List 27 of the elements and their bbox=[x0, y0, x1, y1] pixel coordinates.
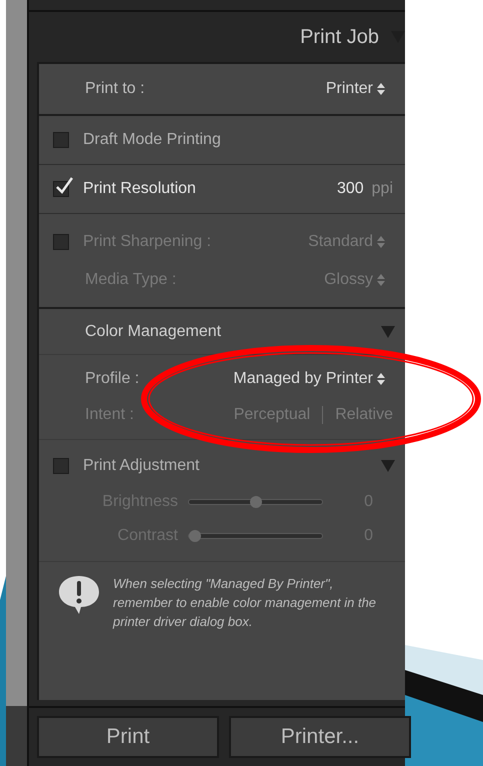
slider-thumb[interactable] bbox=[188, 530, 201, 542]
print-button[interactable]: Printer... bbox=[229, 716, 411, 758]
option-label: Print Resolution bbox=[83, 179, 196, 199]
printer-dropdown[interactable]: Printer bbox=[326, 77, 385, 101]
checkbox[interactable] bbox=[53, 132, 69, 148]
option-label: Print Adjustment bbox=[83, 456, 200, 476]
up-down-arrows-icon bbox=[377, 236, 385, 248]
profile-dropdown[interactable]: Managed by Printer bbox=[233, 367, 385, 391]
up-down-arrows-icon bbox=[377, 83, 385, 95]
resolution-unit: ppi bbox=[372, 179, 393, 199]
check-icon bbox=[54, 176, 74, 196]
checkbox[interactable] bbox=[53, 458, 69, 474]
slider-thumb[interactable] bbox=[250, 496, 262, 508]
resolution-value[interactable]: 300 bbox=[336, 177, 364, 201]
note-text: When selecting "Managed By Printer", remember to enable color management in the printer driver dialog box. bbox=[113, 575, 378, 631]
field-label: Profile : bbox=[85, 369, 140, 389]
field-label: Print to : bbox=[85, 79, 145, 99]
exclamation-bubble-icon bbox=[57, 574, 101, 616]
panel-title: Print Job bbox=[300, 25, 379, 50]
option-label: Draft Mode Printing bbox=[83, 130, 221, 150]
collapse-triangle-icon[interactable] bbox=[391, 30, 405, 44]
section-title: Color Management bbox=[85, 322, 222, 342]
collapse-triangle-icon[interactable] bbox=[381, 459, 395, 473]
collapse-triangle-icon[interactable] bbox=[381, 324, 395, 338]
up-down-arrows-icon bbox=[377, 274, 385, 286]
up-down-arrows-icon bbox=[377, 373, 385, 385]
print-button[interactable]: Print bbox=[37, 716, 219, 758]
